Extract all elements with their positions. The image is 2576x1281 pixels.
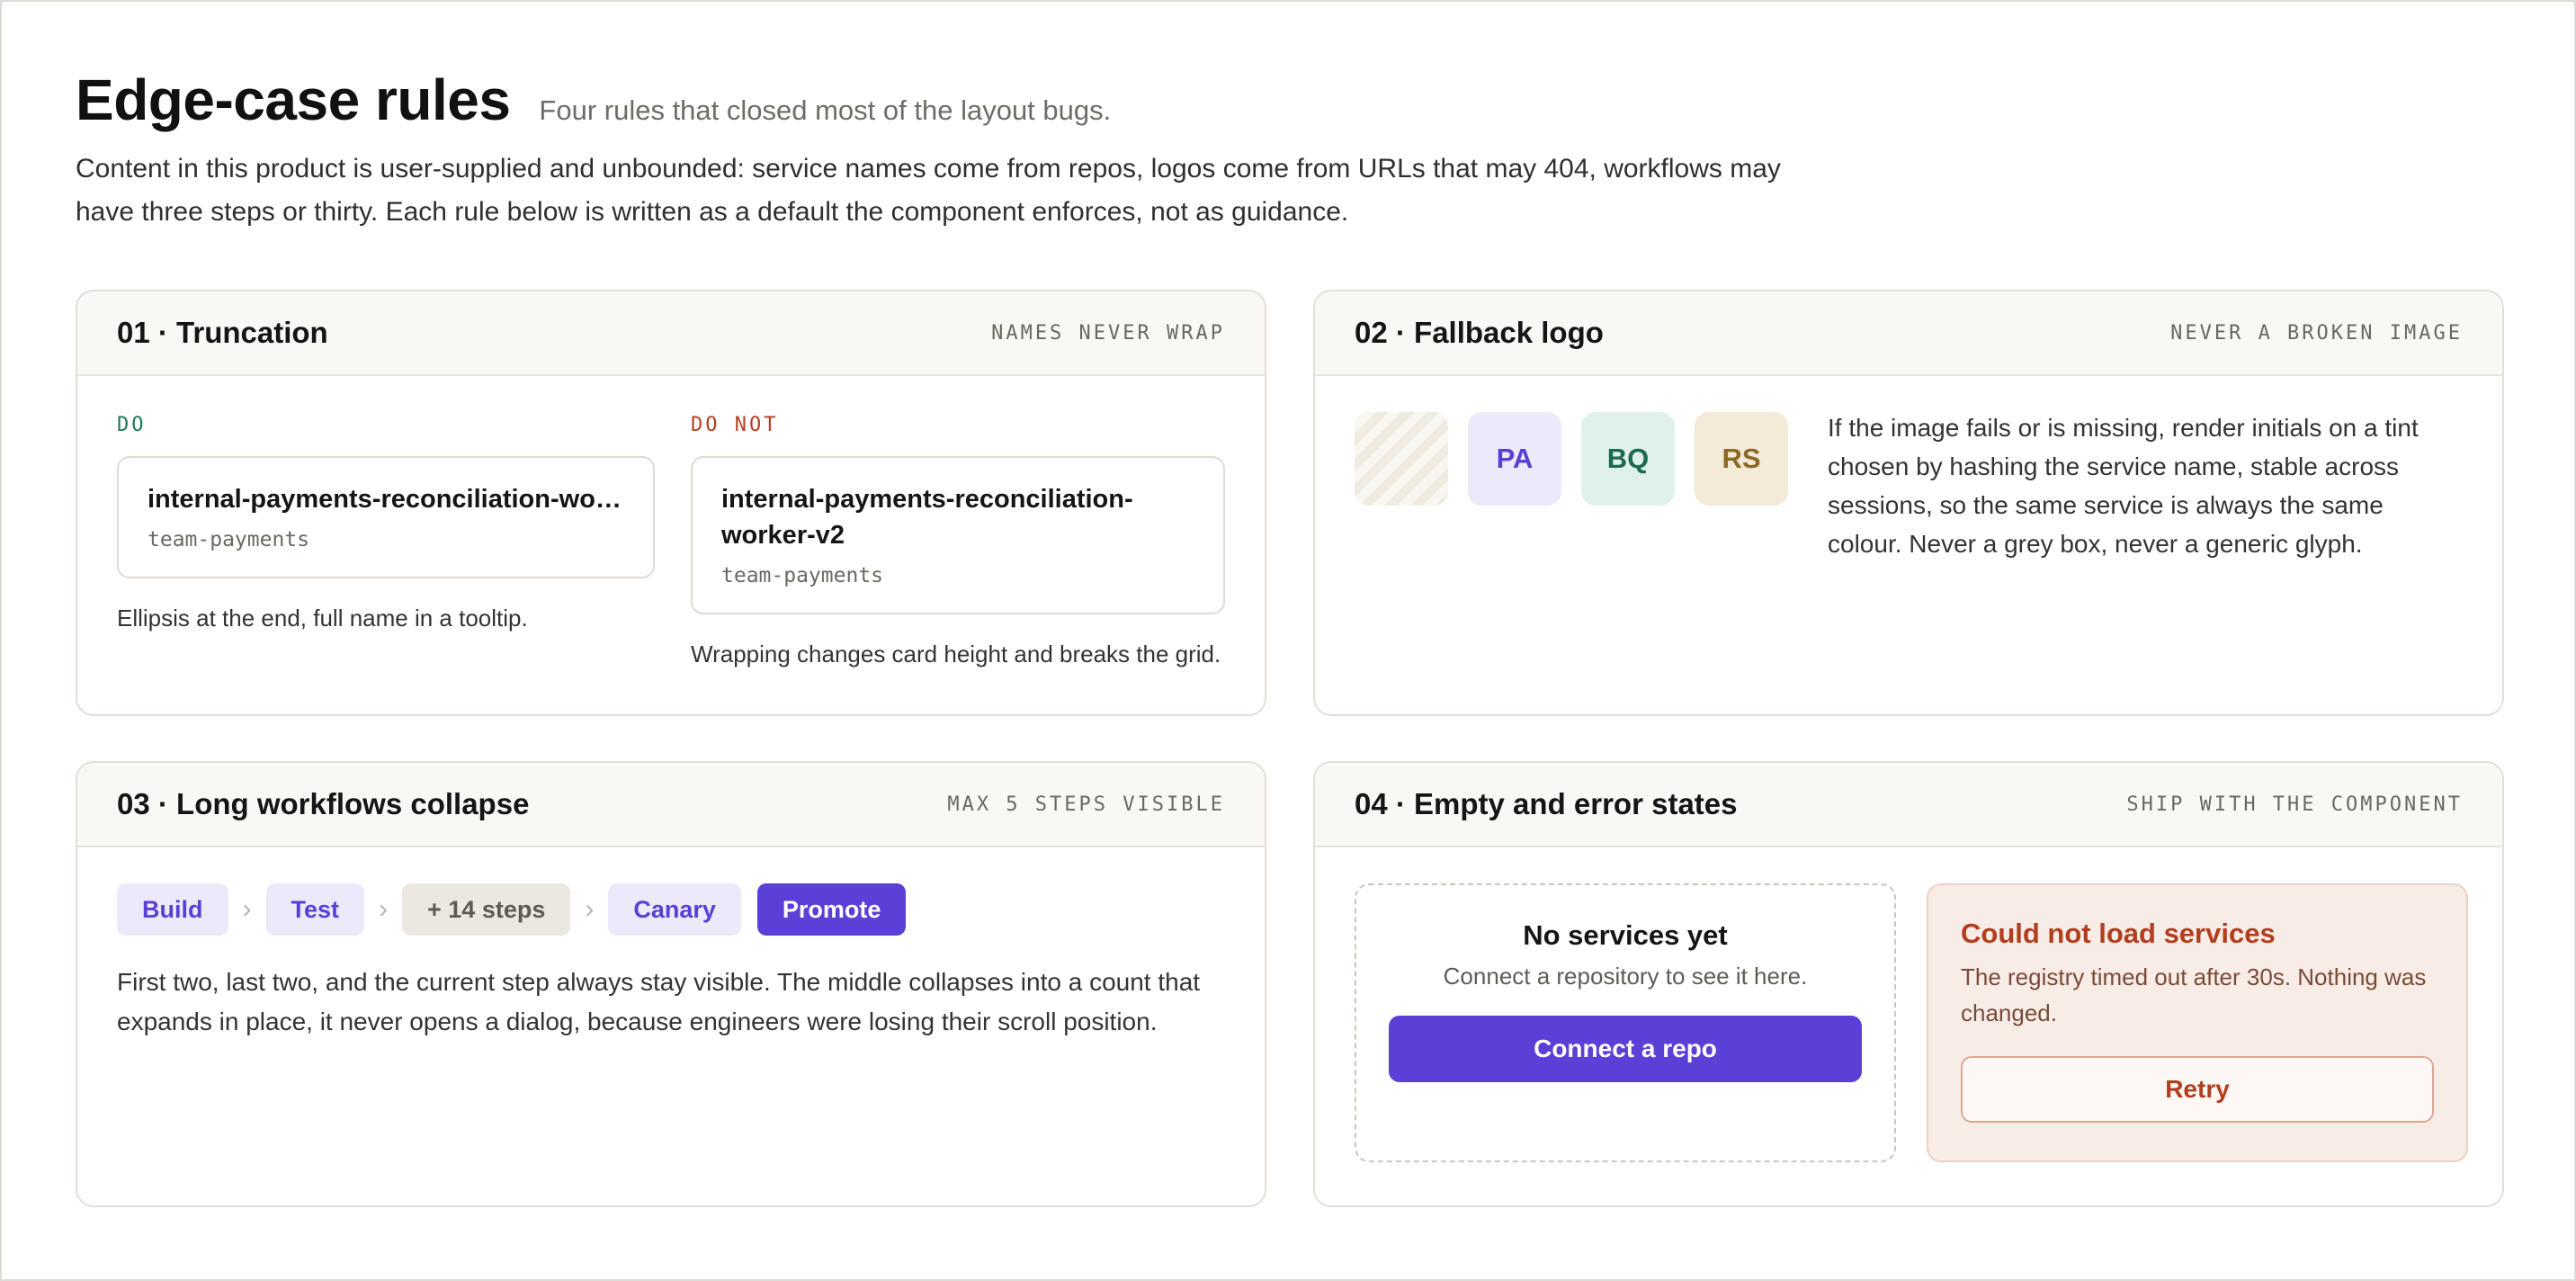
service-team: team-payments xyxy=(721,564,884,587)
workflows-description: First two, last two, and the current ste… xyxy=(117,968,1201,1035)
card-header: 04 · Empty and error states SHIP WITH TH… xyxy=(1315,763,2502,847)
broken-image-placeholder xyxy=(1355,412,1448,506)
dont-example: DO NOT internal-payments-reconciliation-… xyxy=(691,412,1225,670)
error-message: The registry timed out after 30s. Nothin… xyxy=(1961,963,2427,1026)
states-card: 04 · Empty and error states SHIP WITH TH… xyxy=(1313,761,2504,1207)
chevron-right-icon: › xyxy=(242,894,252,924)
card-header: 01 · Truncation NAMES NEVER WRAP xyxy=(77,291,1265,376)
card-header: 03 · Long workflows collapse MAX 5 STEPS… xyxy=(77,763,1265,847)
fallback-logo-card: 02 · Fallback logo NEVER A BROKEN IMAGE … xyxy=(1313,290,2504,716)
dont-note: Wrapping changes card height and breaks … xyxy=(691,640,1221,667)
fallback-description: If the image fails or is missing, render… xyxy=(1828,414,2419,558)
empty-title: No services yet xyxy=(1523,919,1728,951)
card-tag: SHIP WITH THE COMPONENT xyxy=(2126,793,2463,816)
collapsed-steps-button[interactable]: + 14 steps xyxy=(402,883,571,936)
rules-grid: 01 · Truncation NAMES NEVER WRAP DO inte… xyxy=(76,290,2504,1207)
empty-state: No services yet Connect a repository to … xyxy=(1355,883,1896,1162)
logo-examples: PA BQ RS xyxy=(1355,412,1788,506)
card-title: 01 · Truncation xyxy=(117,316,328,349)
card-header: 02 · Fallback logo NEVER A BROKEN IMAGE xyxy=(1315,291,2502,376)
page-intro: Content in this product is user-supplied… xyxy=(76,154,1781,227)
page-subtitle: Four rules that closed most of the layou… xyxy=(539,94,1112,126)
error-state: Could not load services The registry tim… xyxy=(1927,883,2468,1162)
connect-repo-button[interactable]: Connect a repo xyxy=(1389,1016,1862,1082)
truncation-card: 01 · Truncation NAMES NEVER WRAP DO inte… xyxy=(76,290,1266,716)
initials-avatar: BQ xyxy=(1581,412,1675,506)
service-name: internal-payments-reconciliation-worker-… xyxy=(148,485,624,514)
service-team: team-payments xyxy=(148,528,310,551)
card-tag: NEVER A BROKEN IMAGE xyxy=(2170,321,2463,345)
dont-label: DO NOT xyxy=(691,414,779,436)
service-card-truncated[interactable]: internal-payments-reconciliation-worker-… xyxy=(117,456,655,578)
do-label: DO xyxy=(117,414,147,436)
retry-button[interactable]: Retry xyxy=(1961,1056,2434,1123)
step-build[interactable]: Build xyxy=(117,883,228,936)
card-title: 02 · Fallback logo xyxy=(1355,316,1604,349)
card-title: 03 · Long workflows collapse xyxy=(117,787,530,820)
do-note: Ellipsis at the end, full name in a tool… xyxy=(117,605,528,632)
empty-subtitle: Connect a repository to see it here. xyxy=(1443,963,1808,990)
step-canary[interactable]: Canary xyxy=(608,883,741,936)
workflow-steps: Build › Test › + 14 steps › Canary Promo… xyxy=(117,883,1225,936)
card-title: 04 · Empty and error states xyxy=(1355,787,1738,820)
initials-avatar: RS xyxy=(1695,412,1788,506)
step-promote[interactable]: Promote xyxy=(756,883,907,936)
page-title: Edge-case rules xyxy=(76,67,511,132)
page-header: Edge-case rules Four rules that closed m… xyxy=(76,67,2504,234)
card-tag: NAMES NEVER WRAP xyxy=(991,321,1225,345)
step-test[interactable]: Test xyxy=(265,883,365,936)
chevron-right-icon: › xyxy=(585,894,595,924)
error-title: Could not load services xyxy=(1961,918,2276,949)
card-tag: MAX 5 STEPS VISIBLE xyxy=(947,793,1225,816)
service-card-wrapped[interactable]: internal-payments-reconciliation-worker-… xyxy=(691,456,1225,614)
initials-avatar: PA xyxy=(1468,412,1561,506)
chevron-right-icon: › xyxy=(379,894,389,924)
do-example: DO internal-payments-reconciliation-work… xyxy=(117,412,655,670)
service-name: internal-payments-reconciliation-worker-… xyxy=(721,485,1133,550)
workflows-card: 03 · Long workflows collapse MAX 5 STEPS… xyxy=(76,761,1266,1207)
